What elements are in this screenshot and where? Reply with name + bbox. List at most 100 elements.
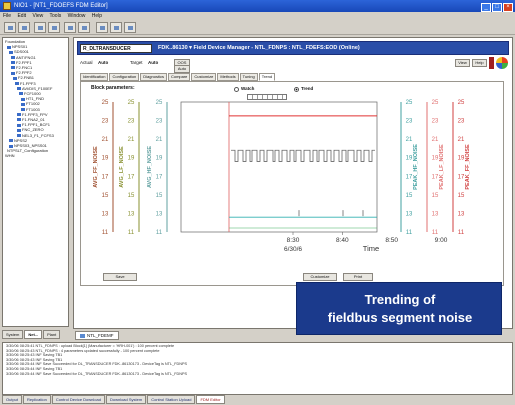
tick-label: 17	[432, 174, 439, 180]
tab-tuning[interactable]: Tuning	[239, 73, 258, 81]
tab-methods[interactable]: Methods	[217, 73, 239, 81]
tab-identification[interactable]: Identification	[80, 73, 109, 81]
tick-label: 13	[458, 211, 465, 217]
folder-icon	[11, 71, 15, 75]
customize-button[interactable]: Customize	[303, 273, 337, 281]
tick-label: 15	[156, 193, 163, 199]
maximize-button[interactable]: □	[492, 3, 502, 12]
tree-tabs: System Net... Plant	[2, 330, 69, 340]
view-button[interactable]: View	[455, 59, 470, 67]
close-button[interactable]: ×	[503, 3, 513, 12]
function-tabs: Identification Configuration Diagnostics Co…	[80, 73, 276, 81]
tick-label: 17	[102, 174, 109, 180]
tick-label: 25	[406, 100, 413, 106]
actual-mode-label: Actual	[80, 60, 93, 65]
tick-label: 13	[406, 211, 413, 217]
tick-label: 13	[128, 211, 135, 217]
menu-edit[interactable]: Edit	[17, 13, 26, 19]
tick-label: 11	[458, 230, 465, 236]
menu-window[interactable]: Window	[68, 13, 86, 19]
tree-item[interactable]: WHN	[5, 153, 66, 158]
menu-file[interactable]: File	[3, 13, 11, 19]
trend-chart: 25 23 21 19 17 15 13 11 AVG_FF_NOISE 25 23 21 19 17 15…	[93, 100, 471, 253]
tab-diagnostics[interactable]: Diagnostics	[140, 73, 167, 81]
tab-plant[interactable]: Plant	[43, 330, 61, 339]
device-icon	[17, 128, 21, 132]
tab-fdm-editor[interactable]: FDM Editor	[196, 395, 225, 404]
device-icon	[17, 113, 21, 117]
status-bar-icon	[489, 57, 494, 69]
output-log: 3/30/06 08:25:41 NTL_FDNPS : upload Bloc…	[2, 342, 513, 395]
cut-icon[interactable]	[64, 22, 76, 33]
tick-label: 21	[406, 137, 413, 143]
plot-area	[180, 101, 378, 233]
tab-control-device-download[interactable]: Control Device Download	[51, 395, 105, 404]
block-icon	[21, 108, 25, 112]
tab-configuration[interactable]: Configuration	[109, 73, 140, 81]
tab-control-station-upload[interactable]: Control Station Upload	[147, 395, 196, 404]
navigation-tree: Foundation NPSS01 SDS001 ANT/FNG1 F2.FPF…	[2, 37, 69, 327]
minimize-button[interactable]: _	[481, 3, 491, 12]
tick-label: 11	[128, 230, 135, 236]
menu-view[interactable]: View	[32, 13, 43, 19]
auto-button[interactable]: Auto	[174, 65, 190, 73]
device-selector[interactable]: R_DLTRANSDUCER	[80, 44, 152, 53]
print-button[interactable]: Print	[343, 273, 373, 281]
copy-icon[interactable]	[78, 22, 90, 33]
tick-label: 25	[102, 100, 109, 106]
axis-title: PEAK_HF_NOISE	[413, 144, 419, 190]
tick-label: 17	[406, 174, 413, 180]
tick-label: 15	[406, 193, 413, 199]
help-button[interactable]: Help	[472, 59, 487, 67]
folder-icon	[15, 82, 19, 86]
axis-title: PEAK_LF_NOISE	[439, 144, 445, 190]
actual-mode-value: Auto	[98, 60, 109, 65]
axis-title: AVG_HF_NOISE	[147, 146, 153, 188]
tick-label: 23	[156, 119, 163, 125]
tick-label: 21	[128, 137, 135, 143]
tick-label: 21	[102, 137, 109, 143]
tab-replication[interactable]: Replication	[23, 395, 51, 404]
device-icon	[17, 123, 21, 127]
block-icon	[21, 102, 25, 106]
callout-line-2: fieldbus segment noise	[327, 310, 473, 325]
x-tick-label: 9:00	[435, 237, 448, 244]
tick-label: 11	[432, 230, 439, 236]
axis-title: AVG_LF_NOISE	[119, 146, 125, 188]
paste-icon[interactable]	[96, 22, 108, 33]
tab-output[interactable]: Output	[2, 395, 23, 404]
print-icon[interactable]	[48, 22, 60, 33]
tick-label: 25	[432, 100, 439, 106]
folder-icon	[11, 66, 15, 70]
save-icon[interactable]	[34, 22, 46, 33]
menu-help[interactable]: Help	[92, 13, 102, 19]
tab-compare[interactable]: Compare	[167, 73, 191, 81]
tick-label: 15	[102, 193, 109, 199]
tick-label: 23	[406, 119, 413, 125]
folder-icon	[9, 50, 13, 54]
tick-label: 15	[432, 193, 439, 199]
tab-network[interactable]: Net...	[24, 330, 43, 339]
tick-label: 23	[128, 119, 135, 125]
menu-tools[interactable]: Tools	[50, 13, 62, 19]
tick-label: 13	[156, 211, 163, 217]
target-mode-label: Target	[130, 60, 143, 65]
station-icon	[7, 45, 11, 49]
tab-customize[interactable]: Customize	[191, 73, 217, 81]
document-tab[interactable]: NTL_FDEMF	[75, 331, 119, 340]
device-icon	[17, 134, 21, 138]
tab-system[interactable]: System	[2, 330, 24, 339]
open-icon[interactable]	[18, 22, 30, 33]
tab-download-system[interactable]: Download System	[105, 395, 147, 404]
refresh-icon[interactable]	[124, 22, 136, 33]
block-icon	[21, 97, 25, 101]
x-tick-label: 8:50	[385, 237, 398, 244]
x-tick-label: 8:40	[336, 237, 349, 244]
tick-label: 19	[458, 156, 465, 162]
new-icon[interactable]	[4, 22, 16, 33]
tick-label: 15	[458, 193, 465, 199]
properties-icon[interactable]	[110, 22, 122, 33]
tick-label: 21	[156, 137, 163, 143]
tab-trend[interactable]: Trend	[258, 73, 276, 81]
save-button[interactable]: Save	[103, 273, 137, 281]
